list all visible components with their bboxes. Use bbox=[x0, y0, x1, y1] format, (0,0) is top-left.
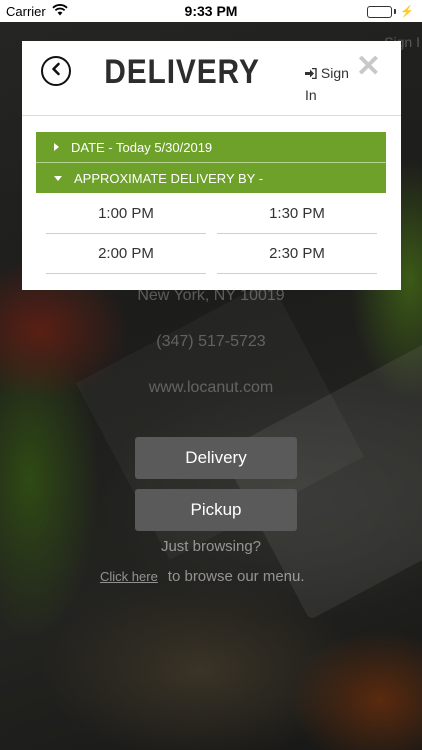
sign-in-button[interactable]: Sign In bbox=[305, 62, 355, 106]
time-options-grid: 1:00 PM 1:30 PM 2:00 PM 2:30 PM bbox=[46, 194, 377, 274]
time-option[interactable]: 1:30 PM bbox=[217, 194, 377, 234]
restaurant-website: www.locanut.com bbox=[148, 379, 274, 396]
caret-right-icon bbox=[54, 143, 59, 151]
click-here-link[interactable]: Click here bbox=[100, 569, 158, 584]
caret-down-icon bbox=[54, 175, 62, 181]
modal-title: DELIVERY bbox=[104, 53, 260, 91]
date-row[interactable]: DATE - Today 5/30/2019 bbox=[36, 132, 386, 162]
battery-icon: ⚡ bbox=[367, 5, 414, 18]
status-bar: Carrier 9:33 PM ⚡ bbox=[0, 0, 422, 22]
time-option[interactable]: 2:00 PM bbox=[46, 234, 206, 274]
delivery-options-accordion: DATE - Today 5/30/2019 APPROXIMATE DELIV… bbox=[36, 132, 386, 193]
delivery-button[interactable]: Delivery bbox=[135, 437, 297, 479]
browse-menu-row: Click here to browse our menu. bbox=[100, 568, 305, 585]
approximate-delivery-row[interactable]: APPROXIMATE DELIVERY BY - bbox=[36, 162, 386, 193]
charging-icon: ⚡ bbox=[400, 6, 414, 18]
clock-time: 9:33 PM bbox=[184, 3, 238, 19]
browse-menu-text: to browse our menu. bbox=[167, 568, 305, 585]
time-option[interactable]: 1:00 PM bbox=[46, 194, 206, 234]
time-option[interactable]: 2:30 PM bbox=[217, 234, 377, 274]
approximate-delivery-label: APPROXIMATE DELIVERY BY - bbox=[74, 170, 264, 186]
modal-header: DELIVERY Sign In ✕ bbox=[22, 41, 401, 116]
delivery-modal: DELIVERY Sign In ✕ DATE - Today 5/30/201… bbox=[22, 41, 401, 290]
close-icon[interactable]: ✕ bbox=[356, 52, 381, 82]
just-browsing-text: Just browsing? bbox=[160, 538, 262, 555]
sign-in-icon bbox=[305, 65, 321, 81]
date-row-label: DATE - Today 5/30/2019 bbox=[71, 139, 213, 155]
pickup-button[interactable]: Pickup bbox=[135, 489, 297, 531]
restaurant-phone: (347) 517-5723 bbox=[156, 333, 266, 350]
